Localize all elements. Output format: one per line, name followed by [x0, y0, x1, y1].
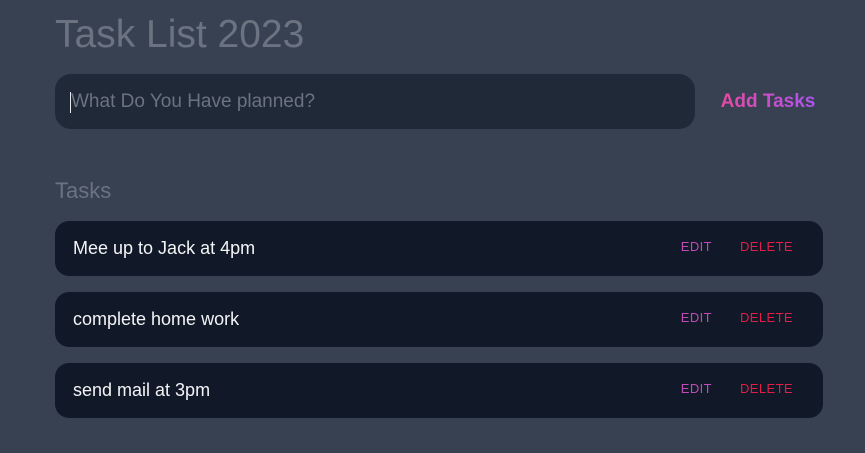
task-text: send mail at 3pm	[73, 380, 211, 400]
add-tasks-button[interactable]: Add Tasks	[711, 74, 825, 129]
task-item: send mail at 3pm EDIT DELETE	[55, 363, 823, 418]
delete-button[interactable]: DELETE	[740, 381, 793, 396]
edit-button[interactable]: EDIT	[681, 310, 712, 325]
delete-button[interactable]: DELETE	[740, 239, 793, 254]
delete-button[interactable]: DELETE	[740, 310, 793, 325]
add-task-form: Add Tasks	[55, 74, 825, 129]
task-input[interactable]	[55, 74, 695, 129]
task-actions: EDIT DELETE	[681, 292, 793, 343]
edit-button[interactable]: EDIT	[681, 239, 712, 254]
page-title: Task List 2023	[55, 13, 305, 56]
tasks-heading: Tasks	[55, 178, 112, 203]
edit-button[interactable]: EDIT	[681, 381, 712, 396]
task-item: Mee up to Jack at 4pm EDIT DELETE	[55, 221, 823, 276]
text-caret	[70, 92, 71, 113]
task-text: complete home work	[73, 309, 240, 329]
task-actions: EDIT DELETE	[681, 363, 793, 414]
task-list: Mee up to Jack at 4pm EDIT DELETE comple…	[55, 221, 823, 434]
task-actions: EDIT DELETE	[681, 221, 793, 272]
task-item: complete home work EDIT DELETE	[55, 292, 823, 347]
task-text: Mee up to Jack at 4pm	[73, 238, 256, 258]
task-app: Task List 2023 Add Tasks Tasks Mee up to…	[0, 0, 865, 453]
